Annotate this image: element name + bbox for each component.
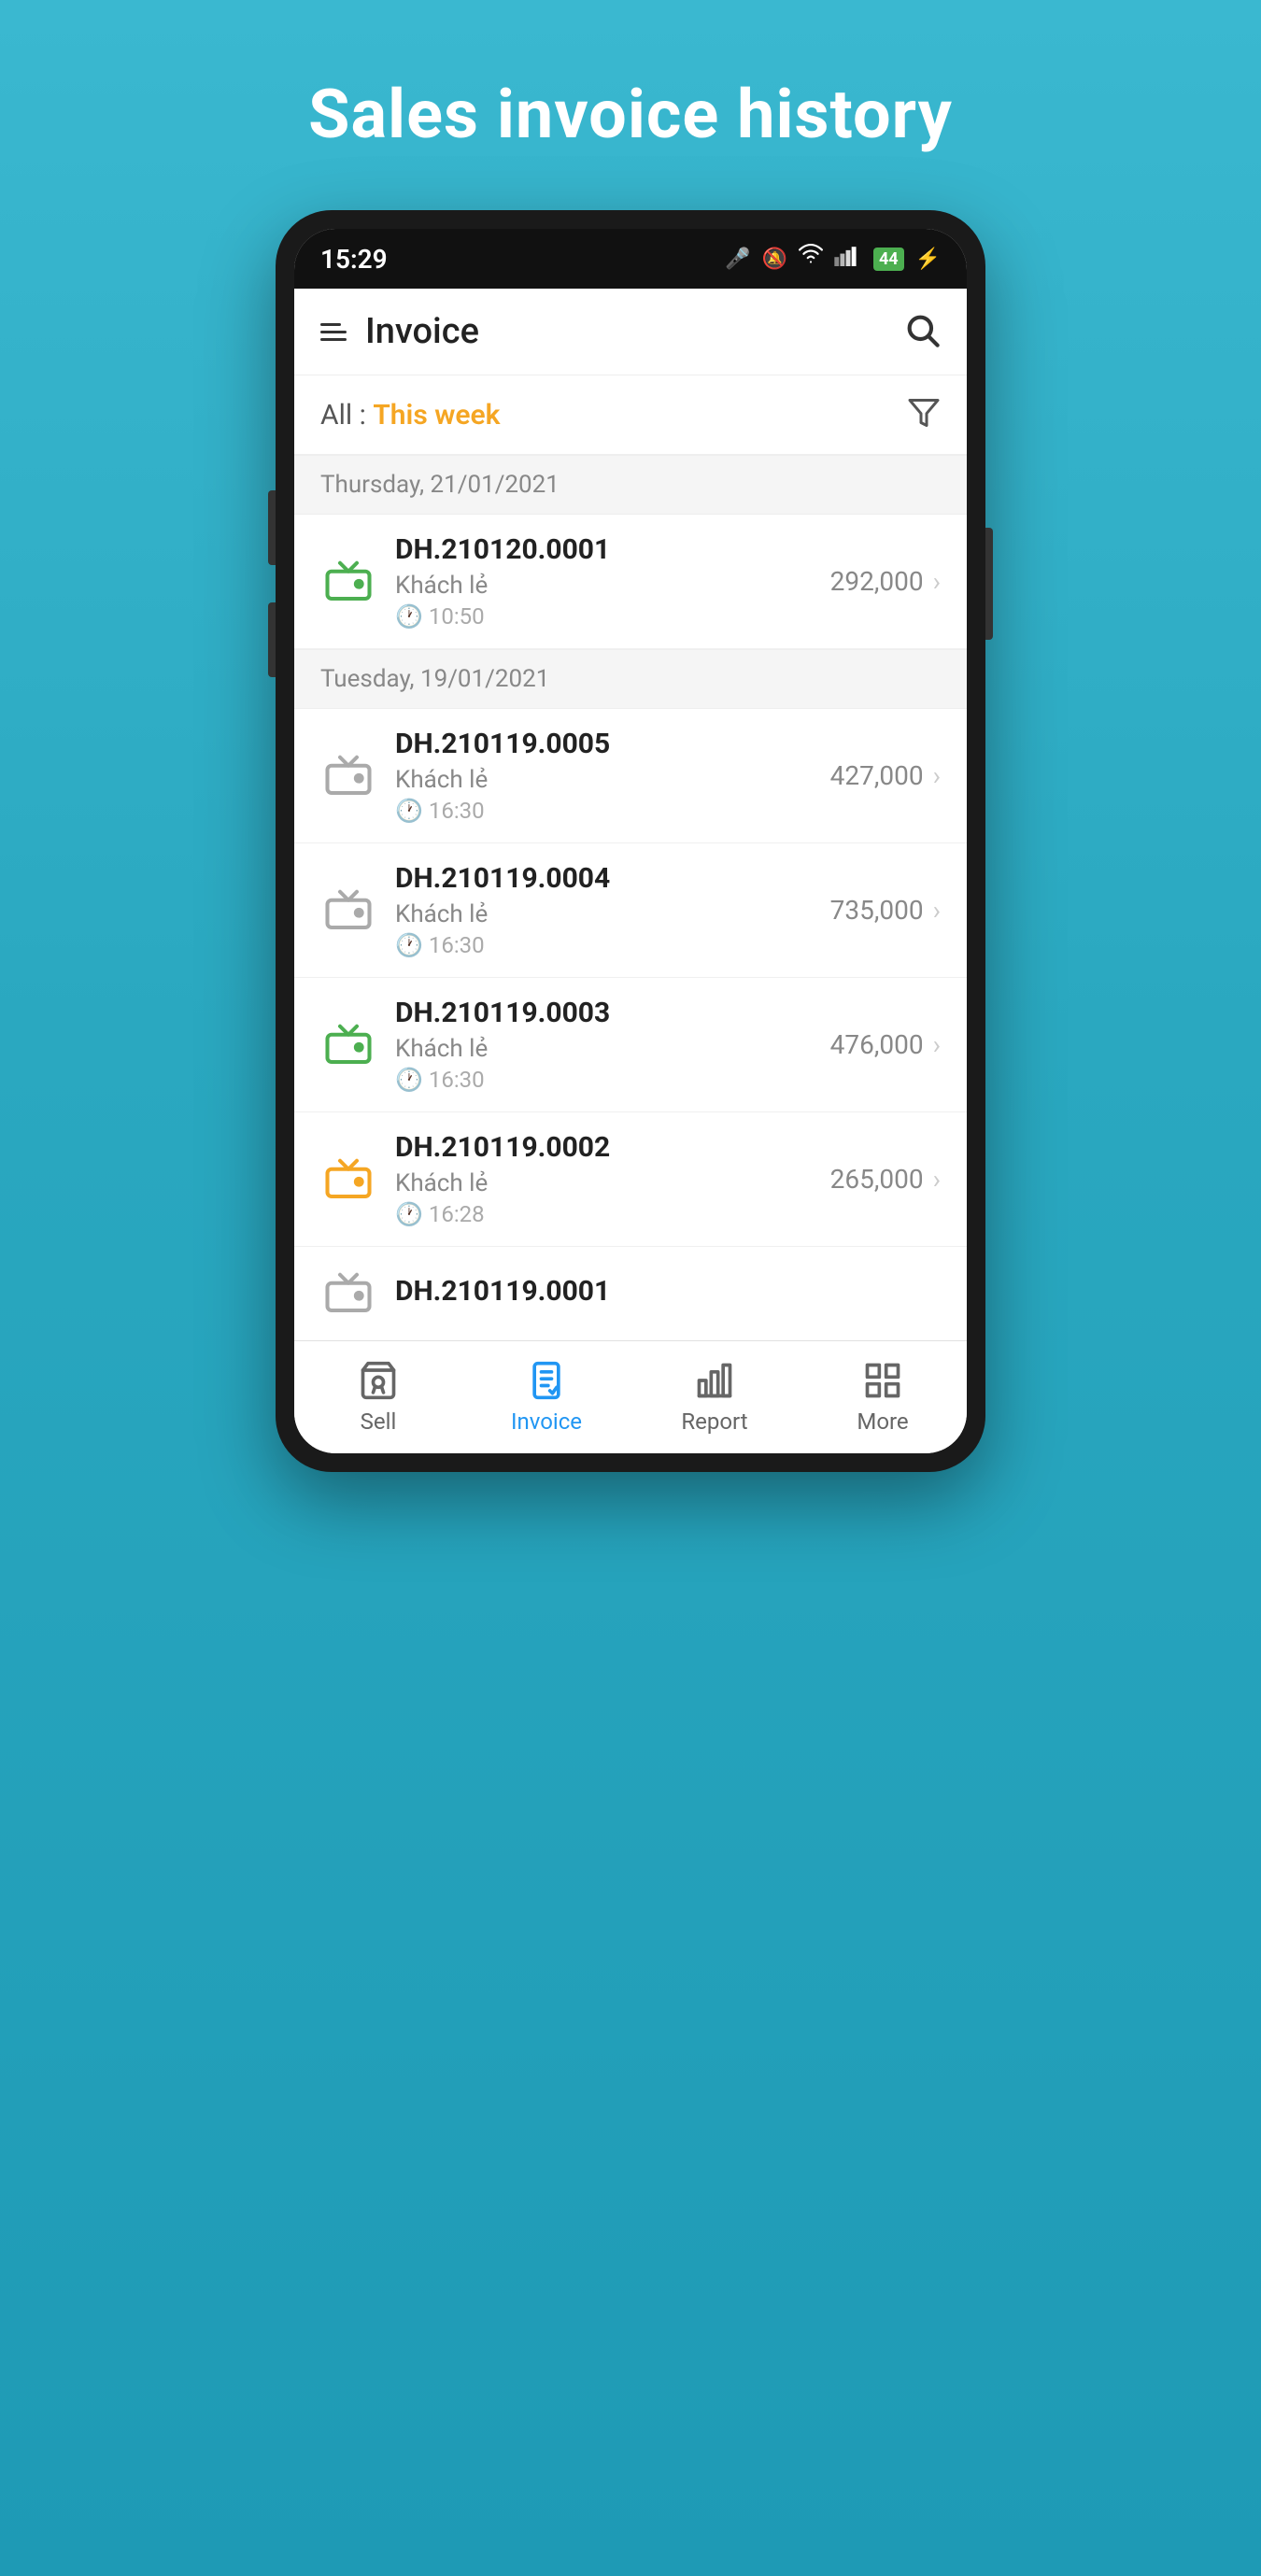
filter-bar: All : This week [294, 375, 967, 455]
invoice-amount: 735,000 [830, 895, 924, 926]
clock-icon: 🕐 [395, 932, 423, 958]
chevron-right-icon: › [933, 895, 941, 926]
invoice-customer: Khách lẻ [395, 1169, 830, 1197]
list-item[interactable]: DH.210120.0001 Khách lẻ 🕐 10:50 292,000 … [294, 515, 967, 649]
invoice-number: DH.210120.0001 [395, 533, 830, 566]
invoice-number: DH.210119.0004 [395, 862, 830, 895]
mute-icon: 🔕 [762, 248, 787, 271]
clock-icon: 🕐 [395, 1201, 423, 1227]
invoice-list: Thursday, 21/01/2021 DH.210120.0001 Khác… [294, 455, 967, 1340]
page-bg-title: Sales invoice history [37, 75, 1224, 154]
invoice-details: DH.210119.0004 Khách lẻ 🕐 16:30 [395, 862, 830, 958]
phone-mockup: 15:29 🎤 🔕 44 ⚡ [276, 210, 985, 1472]
invoice-number: DH.210119.0005 [395, 728, 830, 760]
invoice-customer: Khách lẻ [395, 1035, 830, 1063]
invoice-number: DH.210119.0001 [395, 1275, 941, 1308]
filter-button[interactable] [907, 396, 941, 433]
invoice-details: DH.210119.0002 Khách lẻ 🕐 16:28 [395, 1131, 830, 1227]
page-header: Sales invoice history [0, 0, 1261, 210]
date-label-2: Tuesday, 19/01/2021 [320, 665, 549, 693]
invoice-customer: Khách lẻ [395, 572, 830, 600]
nav-item-more[interactable]: More [799, 1341, 967, 1453]
side-button-2 [268, 602, 276, 677]
nav-label-more: More [857, 1408, 908, 1435]
list-item[interactable]: DH.210119.0004 Khách lẻ 🕐 16:30 735,000 … [294, 843, 967, 978]
app-title: Invoice [365, 311, 903, 352]
wifi-icon [799, 244, 823, 274]
chevron-right-icon: › [933, 760, 941, 791]
invoice-details: DH.210119.0001 [395, 1275, 941, 1313]
invoice-number: DH.210119.0002 [395, 1131, 830, 1164]
mic-icon: 🎤 [725, 248, 750, 271]
list-item[interactable]: DH.210119.0001 [294, 1247, 967, 1340]
signal-icon [834, 246, 862, 272]
bottom-nav: Sell Invoice Report [294, 1340, 967, 1453]
app-header: Invoice [294, 289, 967, 375]
filter-label[interactable]: All : This week [320, 399, 500, 432]
invoice-time: 🕐 16:30 [395, 932, 830, 958]
time-value: 16:30 [429, 932, 485, 958]
menu-line-3 [320, 338, 347, 341]
wallet-icon [320, 1266, 376, 1322]
menu-line-2 [320, 331, 347, 333]
invoice-details: DH.210120.0001 Khách lẻ 🕐 10:50 [395, 533, 830, 630]
status-icons: 🎤 🔕 44 ⚡ [725, 244, 941, 274]
menu-button[interactable] [320, 323, 347, 341]
date-group-header-2: Tuesday, 19/01/2021 [294, 649, 967, 709]
wallet-icon [320, 554, 376, 610]
list-item[interactable]: DH.210119.0002 Khách lẻ 🕐 16:28 265,000 … [294, 1112, 967, 1247]
wallet-icon [320, 1152, 376, 1208]
chevron-right-icon: › [933, 1164, 941, 1195]
search-button[interactable] [903, 311, 941, 352]
invoice-number: DH.210119.0003 [395, 997, 830, 1029]
invoice-details: DH.210119.0003 Khách lẻ 🕐 16:30 [395, 997, 830, 1093]
chevron-right-icon: › [933, 1029, 941, 1060]
date-label-1: Thursday, 21/01/2021 [320, 471, 560, 499]
nav-label-sell: Sell [361, 1408, 397, 1435]
charging-icon: ⚡ [915, 248, 941, 271]
filter-sep: : [360, 399, 374, 432]
invoice-time: 🕐 16:30 [395, 798, 830, 824]
time-value: 16:30 [429, 1067, 485, 1093]
nav-item-invoice[interactable]: Invoice [462, 1341, 630, 1453]
nav-item-sell[interactable]: Sell [294, 1341, 462, 1453]
list-item[interactable]: DH.210119.0003 Khách lẻ 🕐 16:30 476,000 … [294, 978, 967, 1112]
battery-level: 44 [873, 248, 904, 271]
chevron-right-icon: › [933, 566, 941, 597]
date-group-header: Thursday, 21/01/2021 [294, 455, 967, 515]
time-value: 16:30 [429, 798, 485, 824]
side-button-3 [985, 528, 993, 640]
invoice-amount: 292,000 [830, 566, 924, 597]
filter-all: All [320, 399, 352, 432]
invoice-time: 🕐 10:50 [395, 603, 830, 630]
menu-line-1 [320, 323, 341, 326]
invoice-customer: Khách lẻ [395, 900, 830, 928]
wallet-icon [320, 883, 376, 939]
invoice-amount: 265,000 [830, 1164, 924, 1195]
invoice-amount: 427,000 [830, 760, 924, 791]
wallet-icon [320, 748, 376, 804]
wallet-icon [320, 1017, 376, 1073]
status-bar: 15:29 🎤 🔕 44 ⚡ [294, 229, 967, 289]
invoice-amount: 476,000 [830, 1029, 924, 1060]
time-value: 16:28 [429, 1201, 485, 1227]
status-time: 15:29 [320, 244, 388, 275]
phone-screen: 15:29 🎤 🔕 44 ⚡ [294, 229, 967, 1453]
clock-icon: 🕐 [395, 603, 423, 630]
side-button-1 [268, 490, 276, 565]
nav-label-invoice: Invoice [511, 1408, 582, 1435]
invoice-time: 🕐 16:30 [395, 1067, 830, 1093]
invoice-time: 🕐 16:28 [395, 1201, 830, 1227]
invoice-details: DH.210119.0005 Khách lẻ 🕐 16:30 [395, 728, 830, 824]
list-item[interactable]: DH.210119.0005 Khách lẻ 🕐 16:30 427,000 … [294, 709, 967, 843]
invoice-customer: Khách lẻ [395, 766, 830, 794]
clock-icon: 🕐 [395, 1067, 423, 1093]
nav-label-report: Report [681, 1408, 747, 1435]
nav-item-report[interactable]: Report [630, 1341, 799, 1453]
time-value: 10:50 [429, 603, 485, 630]
clock-icon: 🕐 [395, 798, 423, 824]
filter-period: This week [373, 399, 500, 432]
